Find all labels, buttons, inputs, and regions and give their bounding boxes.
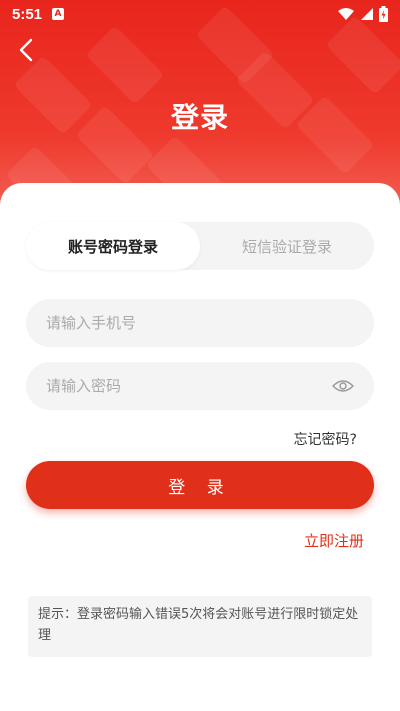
signal-icon: [361, 8, 373, 20]
password-field-wrapper: [26, 362, 374, 410]
phone-field-wrapper: [26, 299, 374, 347]
forgot-password-link[interactable]: 忘记密码?: [294, 429, 357, 449]
wifi-icon: [338, 8, 354, 20]
login-card: 账号密码登录 短信验证登录 忘记密码? 登 录 立即注册 提示：登录密码输入错误…: [0, 183, 400, 711]
tab-account-password[interactable]: 账号密码登录: [26, 222, 200, 270]
login-mode-tabs: 账号密码登录 短信验证登录: [26, 222, 374, 270]
status-icons: [338, 6, 388, 22]
phone-input[interactable]: [46, 314, 354, 332]
register-link[interactable]: 立即注册: [304, 530, 364, 551]
login-button[interactable]: 登 录: [26, 461, 374, 509]
notification-icon: A: [52, 8, 65, 20]
status-time: 5:51: [12, 5, 43, 23]
eye-icon[interactable]: [332, 375, 354, 397]
back-arrow-icon: [19, 38, 33, 62]
status-bar: 5:51 A: [0, 0, 400, 28]
battery-icon: [379, 6, 388, 22]
decor-diamond: [85, 25, 165, 105]
tip-text: 提示：登录密码输入错误5次将会对账号进行限时锁定处理: [38, 607, 359, 643]
back-button[interactable]: [14, 36, 38, 64]
tab-sms-verification[interactable]: 短信验证登录: [200, 222, 374, 270]
page-title: 登录: [170, 101, 229, 134]
password-input[interactable]: [46, 377, 332, 395]
tip-box: 提示：登录密码输入错误5次将会对账号进行限时锁定处理: [28, 596, 372, 657]
